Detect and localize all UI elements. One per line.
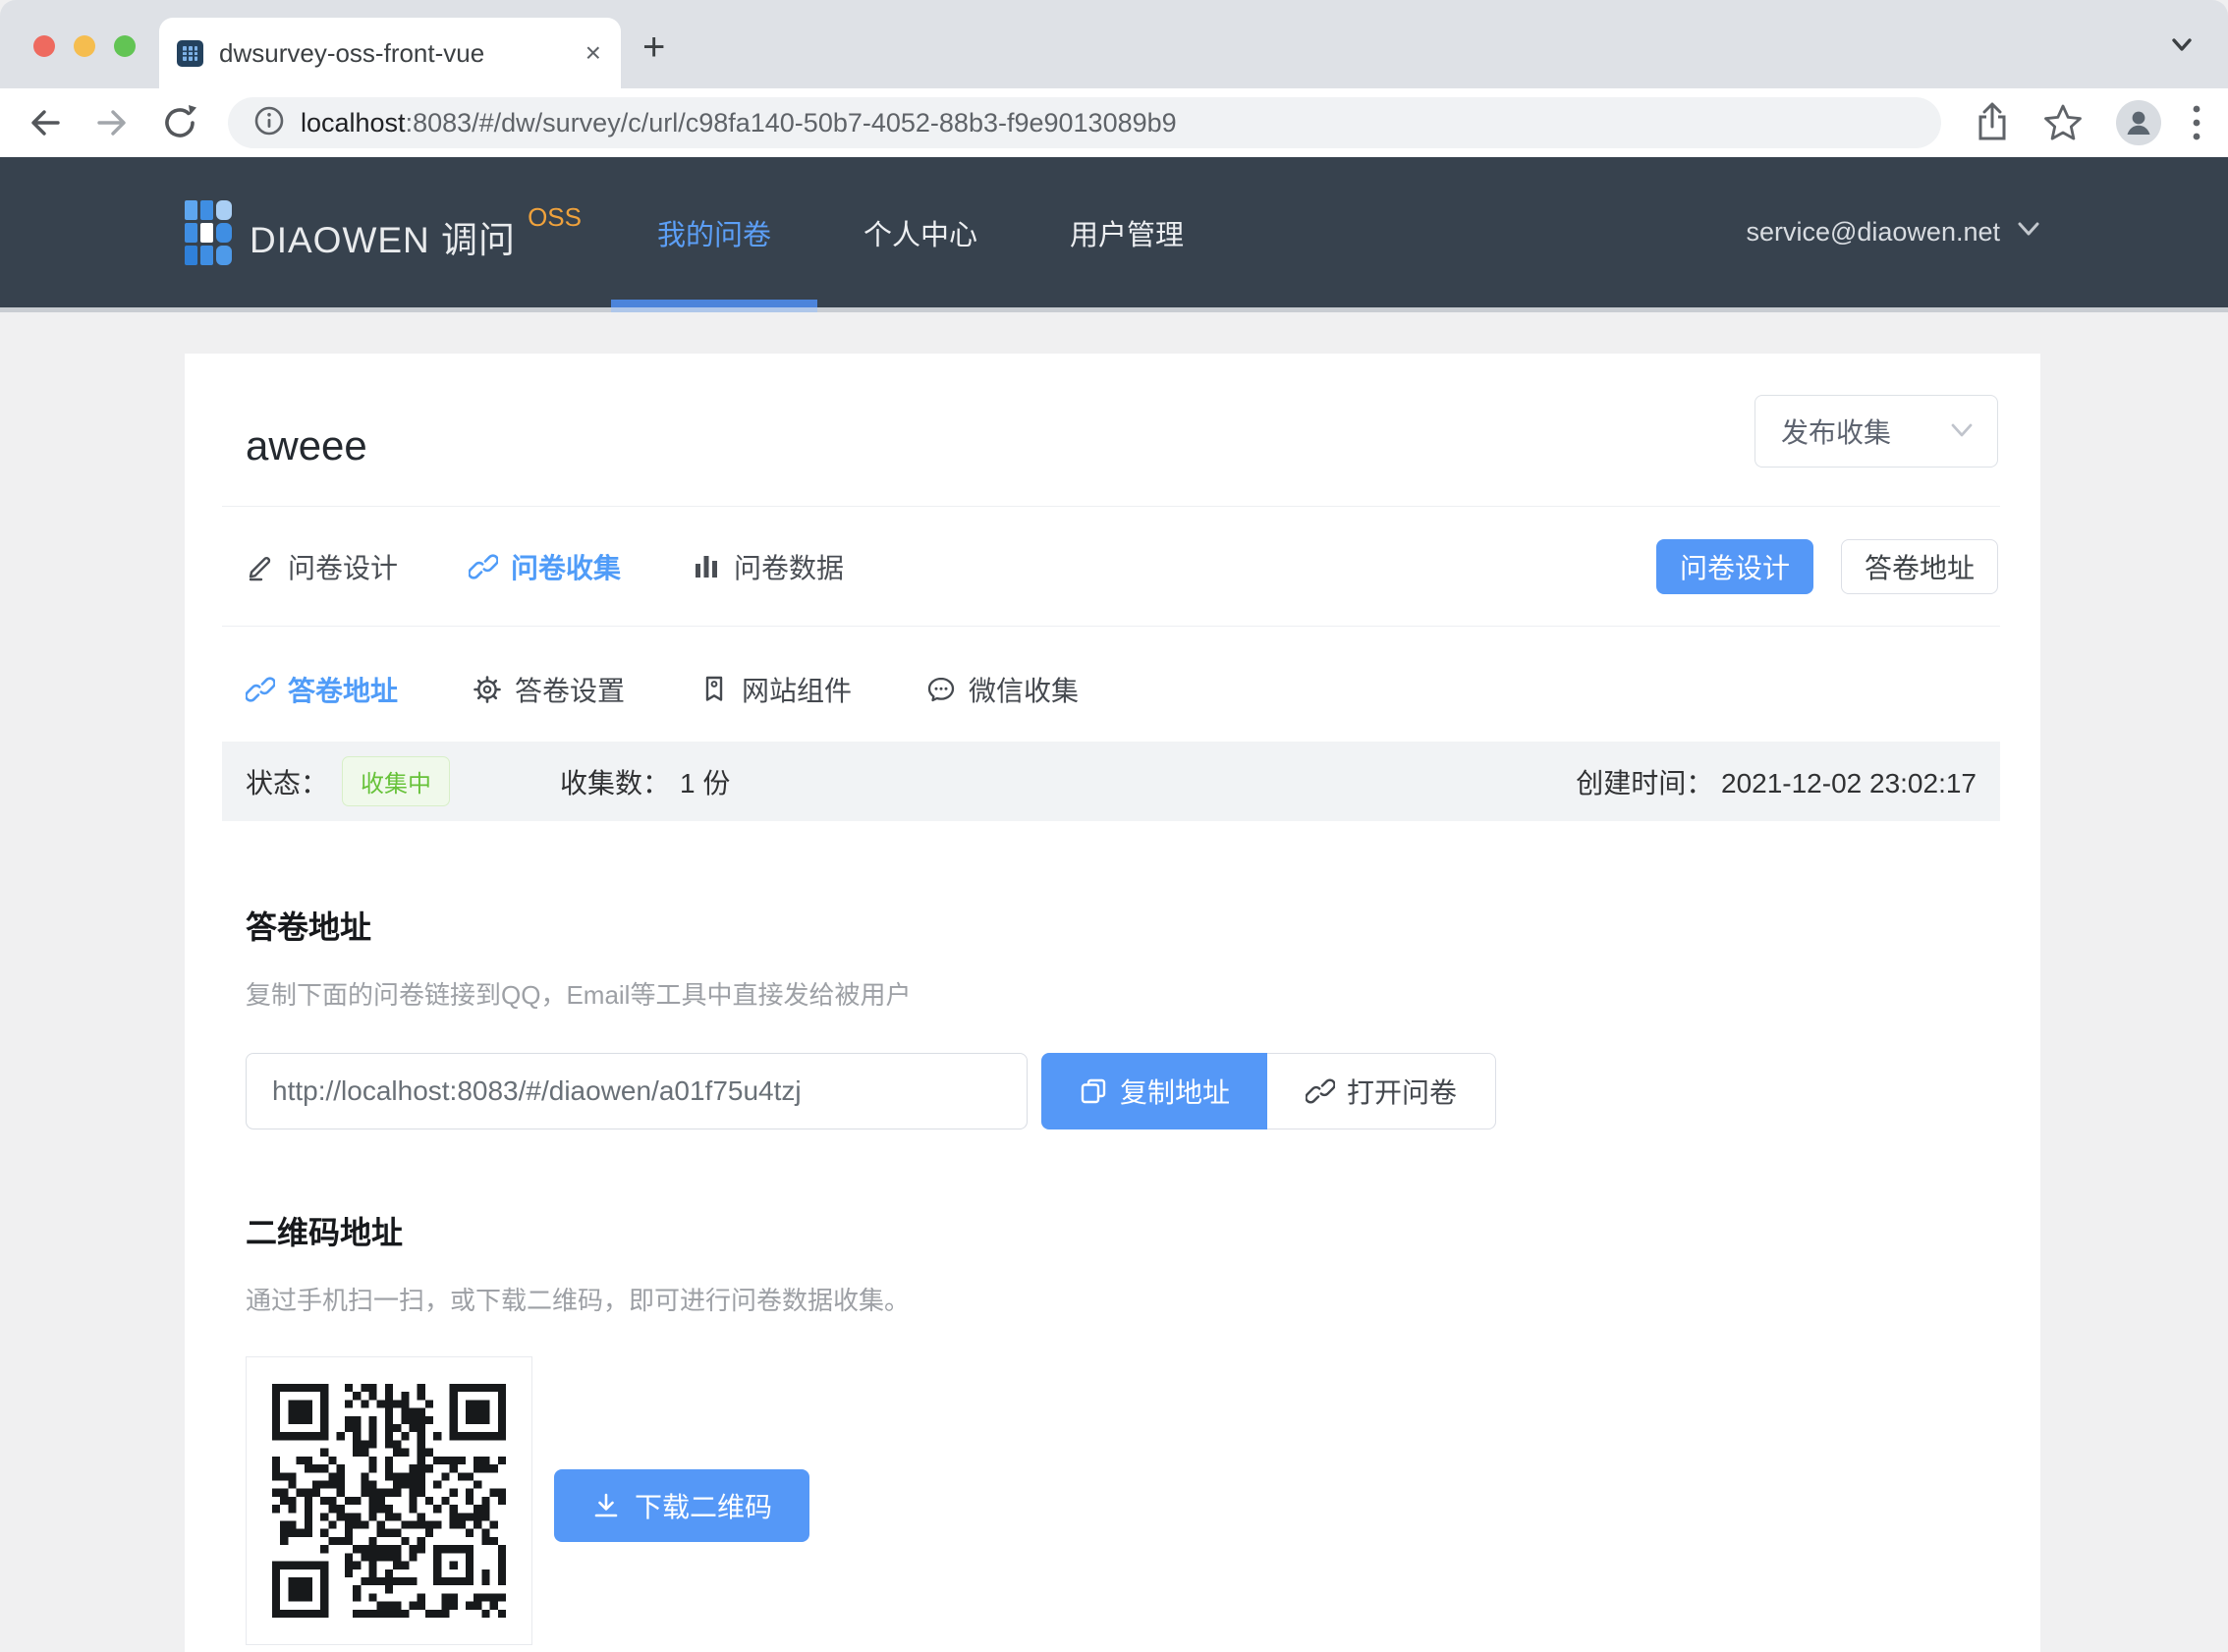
survey-tabs: 问卷设计 问卷收集 问卷数据 问卷设计 答卷地址 — [185, 507, 2040, 626]
minimize-window-button[interactable] — [74, 35, 95, 57]
gear-icon — [473, 675, 502, 704]
link-icon — [1306, 1076, 1335, 1106]
survey-card: aweee 发布收集 问卷设计 问卷收集 问卷数据 — [185, 354, 2040, 1652]
nav-item-my-surveys[interactable]: 我的问卷 — [611, 157, 817, 307]
download-qr-button[interactable]: 下载二维码 — [554, 1469, 809, 1542]
browser-toolbar: localhost:8083/#/dw/survey/c/url/c98fa14… — [0, 88, 2228, 157]
tab-survey-design[interactable]: 问卷设计 — [246, 547, 398, 586]
favicon-icon — [177, 40, 203, 67]
brand-name: DIAOWEN 调问 — [250, 210, 516, 263]
tab-actions: 问卷设计 答卷地址 — [1656, 539, 1998, 594]
tag-icon — [699, 675, 729, 704]
info-icon[interactable] — [251, 103, 287, 143]
chat-icon — [926, 675, 956, 704]
brand-logo-icon — [185, 200, 232, 270]
brand-badge: OSS — [528, 202, 582, 233]
download-icon — [591, 1491, 621, 1520]
nav-active-underline — [611, 300, 817, 307]
chevron-down-icon — [2014, 220, 2043, 245]
survey-design-button[interactable]: 问卷设计 — [1656, 539, 1813, 594]
tab-strip: dwsurvey-oss-front-vue × + — [0, 0, 2228, 88]
status-bar: 状态： 收集中 收集数： 1 份 创建时间： 2021-12-02 23:02:… — [222, 742, 2000, 821]
tab-survey-data[interactable]: 问卷数据 — [692, 547, 844, 586]
close-window-button[interactable] — [33, 35, 55, 57]
answer-url-button[interactable]: 答卷地址 — [1841, 539, 1998, 594]
answer-url-desc: 复制下面的问卷链接到QQ，Email等工具中直接发给被用户 — [246, 979, 1998, 1011]
answer-url-heading: 答卷地址 — [246, 908, 1998, 947]
qr-code — [246, 1356, 532, 1645]
subtab-answer-url[interactable]: 答卷地址 — [246, 670, 398, 709]
zoom-window-button[interactable] — [114, 35, 136, 57]
collect-count-value: 1 份 — [680, 762, 730, 801]
tab-search-icon[interactable] — [2165, 33, 2199, 62]
subtab-wechat-collect[interactable]: 微信收集 — [926, 670, 1079, 709]
browser-menu-icon[interactable] — [2191, 101, 2202, 144]
collect-subtabs: 答卷地址 答卷设置 网站组件 微信收集 — [185, 627, 2040, 742]
back-icon[interactable] — [26, 103, 65, 142]
url-button-group: 复制地址 打开问卷 — [1041, 1053, 1496, 1129]
status-label: 状态： — [246, 762, 328, 801]
answer-url-row: 复制地址 打开问卷 — [246, 1053, 1998, 1129]
subtab-site-widget[interactable]: 网站组件 — [699, 670, 852, 709]
link-icon — [469, 552, 498, 581]
chevron-down-icon — [1948, 421, 1976, 441]
qr-row: 下载二维码 — [246, 1356, 1998, 1645]
status-badge: 收集中 — [342, 756, 450, 806]
survey-title: aweee — [246, 422, 1998, 469]
user-email: service@diaowen.net — [1746, 217, 2000, 248]
collect-count-label: 收集数： — [560, 762, 670, 801]
user-menu[interactable]: service@diaowen.net — [1746, 157, 2043, 307]
nav-item-user-management[interactable]: 用户管理 — [1024, 157, 1230, 307]
publish-status-value: 发布收集 — [1781, 412, 1948, 451]
browser-window: dwsurvey-oss-front-vue × + localhost:808… — [0, 0, 2228, 1652]
subtab-answer-settings[interactable]: 答卷设置 — [473, 670, 625, 709]
created-time: 创建时间： 2021-12-02 23:02:17 — [1576, 762, 1977, 801]
reload-icon[interactable] — [159, 102, 200, 143]
new-tab-button[interactable]: + — [642, 28, 665, 67]
qr-heading: 二维码地址 — [246, 1213, 1998, 1252]
nav-items: 我的问卷 个人中心 用户管理 — [611, 157, 1230, 307]
share-icon[interactable] — [1973, 101, 2012, 144]
qr-section: 二维码地址 通过手机扫一扫，或下载二维码，即可进行问卷数据收集。 下载二维码 — [185, 1213, 2040, 1645]
bar-chart-icon — [692, 552, 721, 581]
traffic-lights — [33, 35, 136, 57]
tab-survey-collect[interactable]: 问卷收集 — [469, 547, 621, 586]
browser-tab[interactable]: dwsurvey-oss-front-vue × — [159, 18, 621, 88]
pencil-icon — [246, 552, 275, 581]
nav-active-underline-glow — [611, 307, 817, 312]
bookmark-star-icon[interactable] — [2041, 102, 2085, 143]
nav-item-personal-center[interactable]: 个人中心 — [817, 157, 1024, 307]
browser-profile-avatar[interactable] — [2116, 100, 2161, 145]
copy-url-button[interactable]: 复制地址 — [1041, 1053, 1267, 1129]
tab-title: dwsurvey-oss-front-vue — [219, 38, 572, 69]
survey-url-input[interactable] — [246, 1053, 1028, 1129]
open-survey-button[interactable]: 打开问卷 — [1267, 1053, 1496, 1129]
url-text[interactable]: localhost:8083/#/dw/survey/c/url/c98fa14… — [301, 108, 1177, 138]
title-row: aweee 发布收集 — [185, 354, 2040, 506]
answer-url-section: 答卷地址 复制下面的问卷链接到QQ，Email等工具中直接发给被用户 复制地址 … — [185, 908, 2040, 1129]
app-navbar: DIAOWEN 调问 OSS 我的问卷 个人中心 用户管理 service@di… — [0, 157, 2228, 312]
tab-close-icon[interactable]: × — [585, 39, 601, 67]
url-bar[interactable]: localhost:8083/#/dw/survey/c/url/c98fa14… — [228, 97, 1941, 148]
page-background: aweee 发布收集 问卷设计 问卷收集 问卷数据 — [0, 312, 2228, 1652]
link-icon — [246, 675, 275, 704]
copy-icon — [1079, 1076, 1108, 1106]
nav-bottom-border — [0, 307, 2228, 312]
forward-icon[interactable] — [92, 103, 132, 142]
qr-desc: 通过手机扫一扫，或下载二维码，即可进行问卷数据收集。 — [246, 1285, 1998, 1316]
publish-status-select[interactable]: 发布收集 — [1755, 395, 1998, 468]
brand[interactable]: DIAOWEN 调问 OSS — [185, 200, 582, 270]
